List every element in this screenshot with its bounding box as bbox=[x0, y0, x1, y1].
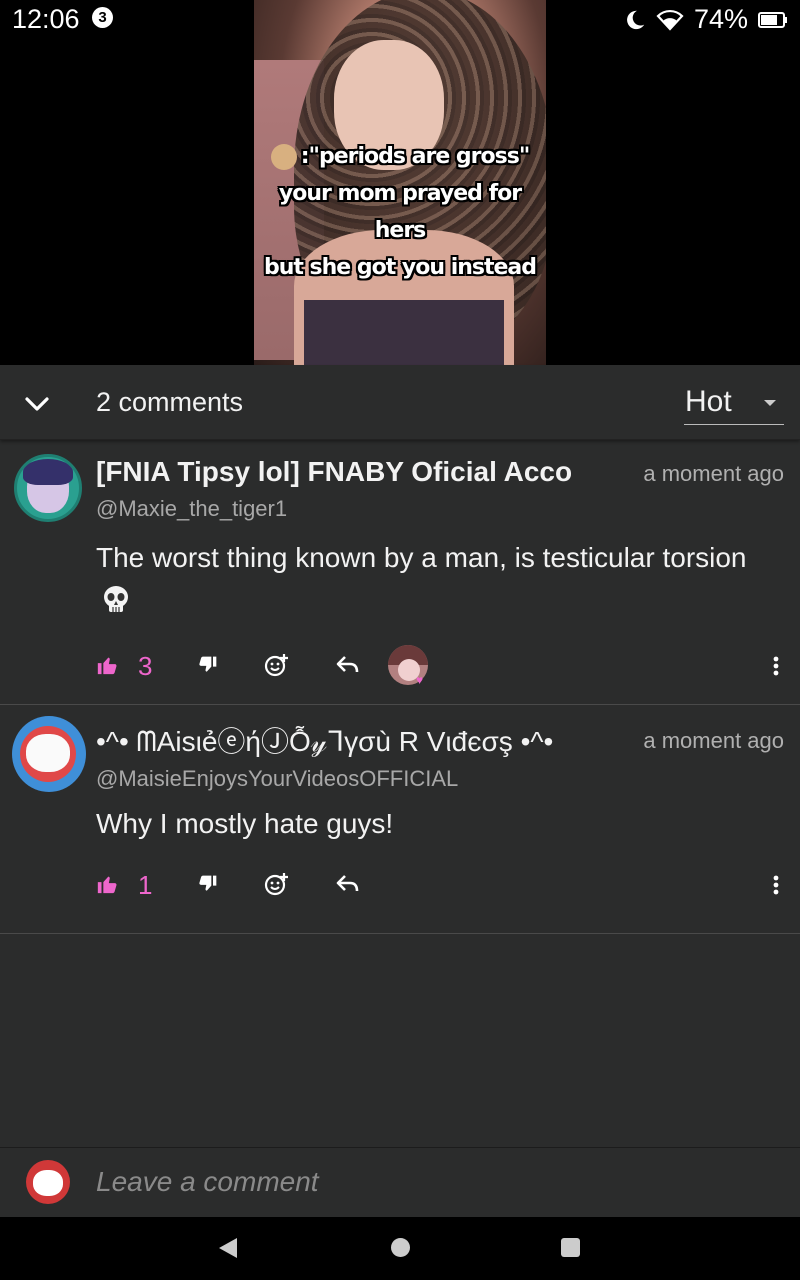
comment-handle[interactable]: @Maxie_the_tiger1 bbox=[96, 496, 287, 522]
chevron-down-icon[interactable] bbox=[22, 389, 52, 419]
comments-panel: 2 comments Hot [FNIA Tipsy lol] FNABY Of… bbox=[0, 365, 800, 1147]
add-reaction-button[interactable] bbox=[264, 864, 290, 904]
leave-comment-bar[interactable]: Leave a comment bbox=[0, 1147, 800, 1217]
sort-selected-value: Hot bbox=[685, 385, 732, 418]
system-nav-bar bbox=[0, 1217, 800, 1280]
status-time: 12:06 bbox=[12, 4, 80, 34]
like-button[interactable]: 1 bbox=[96, 864, 152, 904]
avatar-hair bbox=[23, 459, 73, 485]
caret-down-icon bbox=[764, 400, 776, 406]
comments-header: 2 comments Hot bbox=[0, 365, 800, 440]
avatar[interactable] bbox=[14, 454, 82, 522]
comment-body: The worst thing known by a man, is testi… bbox=[96, 536, 776, 624]
caption-line-1: :"periods are gross" bbox=[300, 144, 531, 169]
add-reaction-button[interactable] bbox=[264, 645, 290, 685]
comment-actions: 3 ♥ bbox=[96, 645, 786, 687]
moon-icon bbox=[627, 10, 645, 29]
thumbs-down-icon bbox=[199, 875, 217, 891]
comment-actions: 1 bbox=[96, 864, 786, 904]
comment-item: [FNIA Tipsy lol] FNABY Oficial Acco a mo… bbox=[0, 440, 800, 705]
user-avatar-cat bbox=[33, 1170, 63, 1196]
reply-button[interactable] bbox=[336, 645, 360, 685]
avatar[interactable] bbox=[12, 716, 86, 792]
notification-count-badge: 3 bbox=[92, 7, 113, 28]
caption-line-3: but she got you instead bbox=[263, 255, 537, 280]
comment-body: Why I mostly hate guys! bbox=[96, 808, 394, 839]
video-caption: :"periods are gross" your mom prayed for… bbox=[254, 138, 546, 286]
reply-arrow-icon bbox=[336, 656, 359, 673]
back-icon[interactable] bbox=[219, 1238, 237, 1258]
skull-emoji-icon bbox=[104, 586, 128, 612]
reply-button[interactable] bbox=[336, 864, 360, 904]
video-player[interactable]: :"periods are gross" your mom prayed for… bbox=[0, 0, 800, 365]
like-count: 1 bbox=[138, 870, 153, 900]
thumbs-down-icon bbox=[199, 656, 217, 672]
thumbs-up-icon bbox=[97, 876, 117, 894]
battery-percent: 74% bbox=[693, 4, 748, 34]
add-emoji-icon bbox=[264, 873, 288, 896]
battery-icon bbox=[758, 11, 787, 28]
status-bar: 12:06 3 74% bbox=[0, 0, 800, 40]
comment-handle[interactable]: @MaisieEnjoysYourVideosOFFICIAL bbox=[96, 766, 458, 792]
comment-author[interactable]: [FNIA Tipsy lol] FNABY Oficial Acco bbox=[96, 456, 606, 488]
reply-arrow-icon bbox=[336, 875, 359, 892]
wifi-icon bbox=[656, 9, 684, 31]
home-icon[interactable] bbox=[391, 1238, 410, 1257]
video-clothing bbox=[304, 300, 504, 365]
comment-timestamp: a moment ago bbox=[643, 461, 784, 486]
comment-item: •^• ᗰAisιẻⓔήⒿỖ𝓎ᒣγσù R Vιđєσş •^• a momen… bbox=[0, 706, 800, 934]
more-options-icon[interactable] bbox=[766, 870, 786, 900]
heart-icon: ♥ bbox=[416, 673, 424, 687]
more-options-icon[interactable] bbox=[766, 651, 786, 681]
dislike-button[interactable] bbox=[198, 645, 218, 685]
like-button[interactable]: 3 bbox=[96, 645, 152, 685]
person-pointing-emoji-icon bbox=[270, 144, 297, 170]
avatar-cat bbox=[26, 734, 70, 772]
add-emoji-icon bbox=[264, 654, 288, 677]
like-count: 3 bbox=[138, 651, 153, 681]
caption-line-2: your mom prayed for hers bbox=[278, 181, 522, 243]
sort-dropdown[interactable]: Hot bbox=[684, 383, 784, 425]
comment-input[interactable]: Leave a comment bbox=[96, 1166, 319, 1198]
user-avatar bbox=[26, 1160, 70, 1204]
recents-icon[interactable] bbox=[561, 1238, 580, 1257]
comment-timestamp: a moment ago bbox=[643, 728, 784, 753]
dislike-button[interactable] bbox=[198, 864, 218, 904]
comment-author[interactable]: •^• ᗰAisιẻⓔήⒿỖ𝓎ᒣγσù R Vιđєσş •^• bbox=[96, 720, 606, 760]
thumbs-up-icon bbox=[97, 657, 117, 675]
video-frame[interactable]: :"periods are gross" your mom prayed for… bbox=[254, 0, 546, 365]
comments-count: 2 comments bbox=[96, 387, 244, 417]
status-icons: 74% bbox=[624, 4, 788, 35]
comment-body-text: The worst thing known by a man, is testi… bbox=[96, 542, 747, 573]
